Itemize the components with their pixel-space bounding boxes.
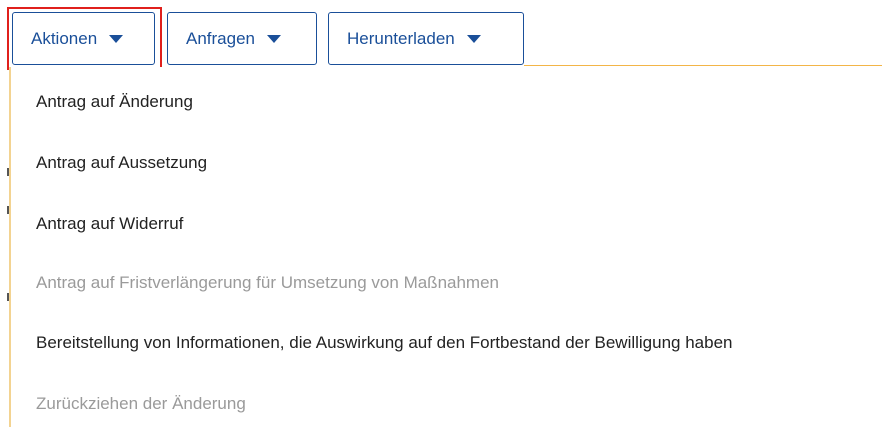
toolbar-divider bbox=[524, 65, 882, 66]
herunterladen-button-label: Herunterladen bbox=[347, 28, 455, 48]
page: Aktionen Anfragen Herunterladen Antrag a… bbox=[0, 0, 882, 427]
anfragen-dropdown-button[interactable]: Anfragen bbox=[167, 12, 317, 65]
herunterladen-dropdown-button[interactable]: Herunterladen bbox=[328, 12, 524, 65]
menu-item-antrag-auf-fristverlaengerung: Antrag auf Fristverlängerung für Umsetzu… bbox=[36, 273, 500, 292]
action-toolbar: Aktionen Anfragen Herunterladen bbox=[7, 7, 524, 70]
menu-item-zurueckziehen-der-aenderung: Zurückziehen der Änderung bbox=[36, 394, 246, 413]
menu-item-bereitstellung-von-informationen[interactable]: Bereitstellung von Informationen, die Au… bbox=[36, 333, 733, 353]
anfragen-button-label: Anfragen bbox=[186, 28, 255, 48]
aktionen-dropdown-button[interactable]: Aktionen bbox=[12, 12, 155, 65]
caret-down-icon bbox=[466, 34, 481, 43]
menu-item-antrag-auf-aenderung[interactable]: Antrag auf Änderung bbox=[36, 92, 193, 112]
aktionen-button-label: Aktionen bbox=[31, 28, 98, 48]
menu-item-antrag-auf-aussetzung[interactable]: Antrag auf Aussetzung bbox=[36, 153, 207, 173]
caret-down-icon bbox=[267, 34, 281, 43]
focus-highlight: Aktionen bbox=[7, 7, 162, 70]
aktionen-dropdown-menu: Antrag auf Änderung Antrag auf Aussetzun… bbox=[9, 67, 882, 427]
menu-item-antrag-auf-widerruf[interactable]: Antrag auf Widerruf bbox=[36, 214, 183, 234]
caret-down-icon bbox=[109, 34, 124, 43]
